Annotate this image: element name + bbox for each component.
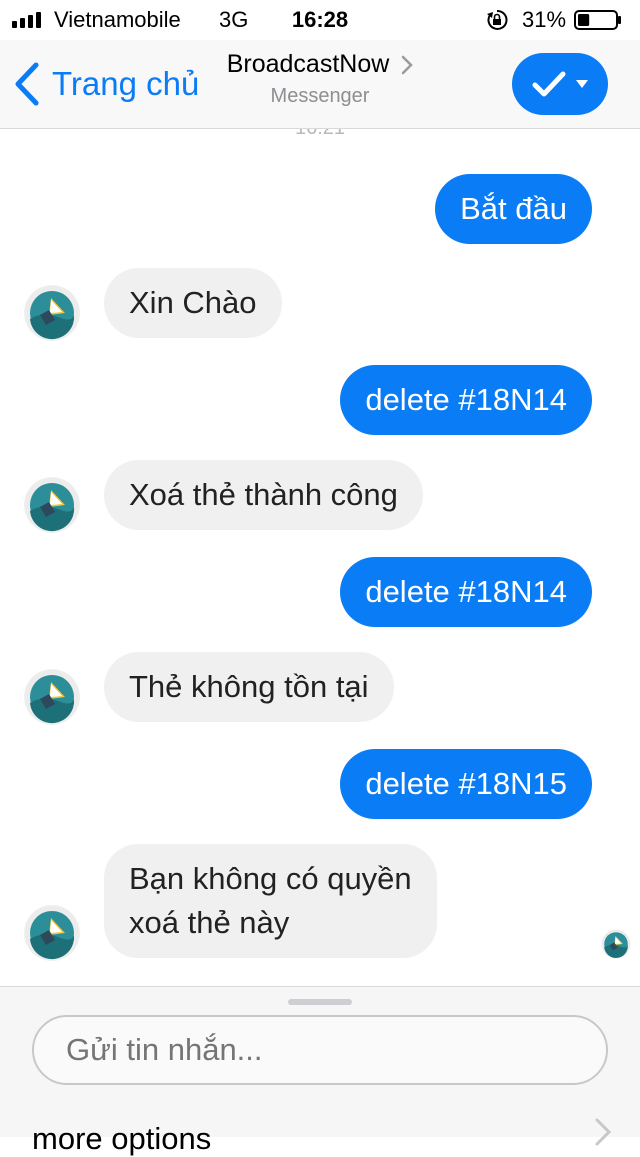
outgoing-message[interactable]: Bắt đầu	[435, 174, 592, 244]
incoming-message[interactable]: Thẻ không tồn tại	[104, 652, 394, 722]
navigation-bar: Trang chủ BroadcastNow Messenger	[0, 40, 640, 129]
broadcast-logo-icon	[601, 929, 631, 959]
chevron-right-icon	[402, 55, 414, 74]
broadcast-logo-icon	[25, 286, 79, 340]
outgoing-message[interactable]: delete #18N14	[340, 365, 592, 435]
bot-avatar[interactable]	[24, 669, 80, 725]
actions-dropdown-button[interactable]	[512, 53, 608, 115]
status-bar: Vietnamobile 3G 16:28 31%	[0, 0, 640, 40]
incoming-message[interactable]: Xin Chào	[104, 268, 282, 338]
battery-percent: 31%	[522, 7, 567, 32]
drag-handle[interactable]	[288, 999, 352, 1005]
checkmark-icon	[532, 71, 566, 97]
message-line: Bạn không có quyền	[129, 861, 412, 896]
broadcast-logo-icon	[25, 478, 79, 532]
message-input[interactable]	[32, 1015, 608, 1085]
message-timestamp: 16:21	[0, 129, 640, 140]
broadcast-logo-icon	[25, 670, 79, 724]
bot-avatar[interactable]	[24, 477, 80, 533]
broadcast-logo-icon	[25, 906, 79, 960]
message-list[interactable]: 16:21 Bắt đầu Xin Chào delete #18N14 Xoá…	[0, 129, 640, 986]
orientation-lock-icon	[487, 9, 508, 30]
bot-avatar[interactable]	[24, 905, 80, 961]
seen-indicator-avatar	[601, 929, 631, 959]
composer: more options	[0, 986, 640, 1156]
incoming-message[interactable]: Bạn không có quyền xoá thẻ này	[104, 844, 437, 958]
bot-avatar[interactable]	[24, 285, 80, 341]
conversation-title: BroadcastNow	[226, 50, 390, 78]
chevron-right-icon[interactable]	[594, 1117, 612, 1147]
more-options-label[interactable]: more options	[32, 1121, 211, 1157]
outgoing-message[interactable]: delete #18N14	[340, 557, 592, 627]
battery-icon	[574, 10, 621, 30]
outgoing-message[interactable]: delete #18N15	[340, 749, 592, 819]
message-line: xoá thẻ này	[129, 905, 290, 940]
incoming-message[interactable]: Xoá thẻ thành công	[104, 460, 423, 530]
caret-down-icon	[576, 80, 588, 88]
